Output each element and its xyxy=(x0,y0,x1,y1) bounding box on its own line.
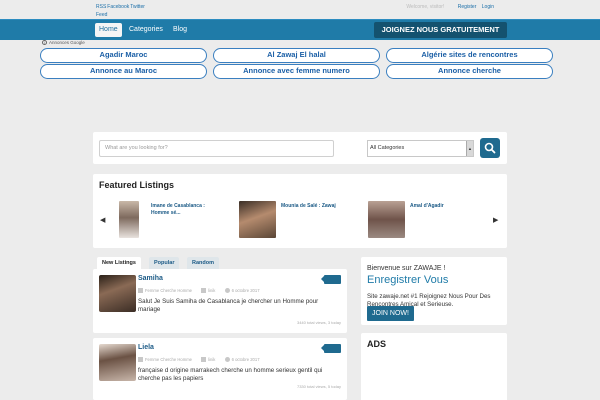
ad-link-al-zawaj[interactable]: Al Zawaj El halal xyxy=(213,48,380,63)
folder-icon xyxy=(138,288,143,294)
list-item: Liela Femme Cherche Homme linik 6 octobr… xyxy=(93,338,347,400)
ads-title: ADS xyxy=(367,339,387,349)
join-free-button[interactable]: JOIGNEZ NOUS GRATUITEMENT xyxy=(374,22,507,38)
category-select[interactable]: All Categories ▲ xyxy=(367,140,474,157)
register-title[interactable]: Enregistrer Vous xyxy=(367,274,448,286)
ad-link-annonce-maroc[interactable]: Annonce au Maroc xyxy=(40,64,207,79)
nav-blog[interactable]: Blog xyxy=(169,23,191,37)
listing-meta: Femme Cherche Homme linik 6 octobre 2017 xyxy=(138,357,268,363)
featured-item-3[interactable]: Amal d'Agadir xyxy=(410,203,480,210)
top-links: RSSFacebookTwitter Feed xyxy=(96,3,156,19)
listing-views: 3440 total views, 3 today xyxy=(296,320,341,325)
featured-item-1[interactable]: Imane de Casablanca : Homme sé... xyxy=(151,203,223,217)
featured-title: Featured Listings xyxy=(99,180,175,190)
welcome-widget: Bienvenue sur ZAWAJE ! Enregistrer Vous … xyxy=(361,257,507,325)
login-link[interactable]: Login xyxy=(482,4,494,10)
main-navbar: Home Categories Blog JOIGNEZ NOUS GRATUI… xyxy=(0,19,600,40)
welcome-text: Welcome, visitor! xyxy=(406,4,445,10)
listing-description: Salut Je Suis Samiha de Casablanca je ch… xyxy=(138,298,319,313)
ads-widget: ADS xyxy=(361,333,507,400)
user-icon xyxy=(201,288,207,294)
clock-icon xyxy=(224,288,230,294)
listing-title[interactable]: Liela xyxy=(138,344,154,351)
listing-description: française d origine marrakech cherche un… xyxy=(138,367,323,382)
category-select-value: All Categories xyxy=(370,145,405,151)
search-panel: What are you looking for? All Categories… xyxy=(93,132,507,164)
tag-icon xyxy=(321,344,341,353)
user-icon xyxy=(201,357,207,363)
search-icon xyxy=(484,142,496,154)
search-input[interactable]: What are you looking for? xyxy=(99,140,334,157)
clock-icon xyxy=(224,357,230,363)
ads-label: i Annonces Google xyxy=(42,40,85,46)
listing-views: 7330 total views, 5 today xyxy=(296,384,341,389)
listing-title[interactable]: Samiha xyxy=(138,275,163,282)
nav-home[interactable]: Home xyxy=(95,23,122,37)
join-now-button[interactable]: JOIN NOW! xyxy=(367,306,414,321)
featured-photo-3[interactable] xyxy=(368,201,405,238)
featured-listings: Featured Listings ◀ ▶ Imane de Casablanc… xyxy=(93,174,507,248)
list-item: Samiha Femme Cherche Homme linik 6 octob… xyxy=(93,269,347,333)
listing-photo[interactable] xyxy=(99,344,136,381)
rss-link[interactable]: RSS xyxy=(96,4,106,10)
carousel-prev-icon[interactable]: ◀ xyxy=(100,216,105,224)
chevron-down-icon: ▲ xyxy=(466,141,473,156)
user-links: Welcome, visitor! Register Login xyxy=(402,4,494,10)
featured-photo-2[interactable] xyxy=(239,201,276,238)
feed-link[interactable]: Feed xyxy=(96,12,107,18)
twitter-link[interactable]: Twitter xyxy=(130,4,145,10)
featured-photo-1[interactable] xyxy=(119,201,139,238)
info-icon: i xyxy=(42,40,47,46)
ad-link-agadir-maroc[interactable]: Agadir Maroc xyxy=(40,48,207,63)
ad-link-annonce-cherche[interactable]: Annonce cherche xyxy=(386,64,553,79)
listing-photo[interactable] xyxy=(99,275,136,312)
tab-random[interactable]: Random xyxy=(187,257,219,269)
ad-link-algerie[interactable]: Algérie sites de rencontres xyxy=(386,48,553,63)
tab-popular[interactable]: Popular xyxy=(149,257,180,269)
featured-item-2[interactable]: Mounia de Salé : Zawaj xyxy=(281,203,361,210)
register-link[interactable]: Register xyxy=(458,4,477,10)
welcome-heading: Bienvenue sur ZAWAJE ! xyxy=(367,265,446,272)
tab-new-listings[interactable]: New Listings xyxy=(97,257,141,269)
search-button[interactable] xyxy=(480,138,500,158)
ad-link-annonce-femme[interactable]: Annonce avec femme numero xyxy=(213,64,380,79)
nav-categories[interactable]: Categories xyxy=(125,23,167,37)
carousel-next-icon[interactable]: ▶ xyxy=(493,216,498,224)
folder-icon xyxy=(138,357,143,363)
facebook-link[interactable]: Facebook xyxy=(107,4,129,10)
listing-meta: Femme Cherche Homme linik 6 octobre 2017 xyxy=(138,288,268,294)
tag-icon xyxy=(321,275,341,284)
